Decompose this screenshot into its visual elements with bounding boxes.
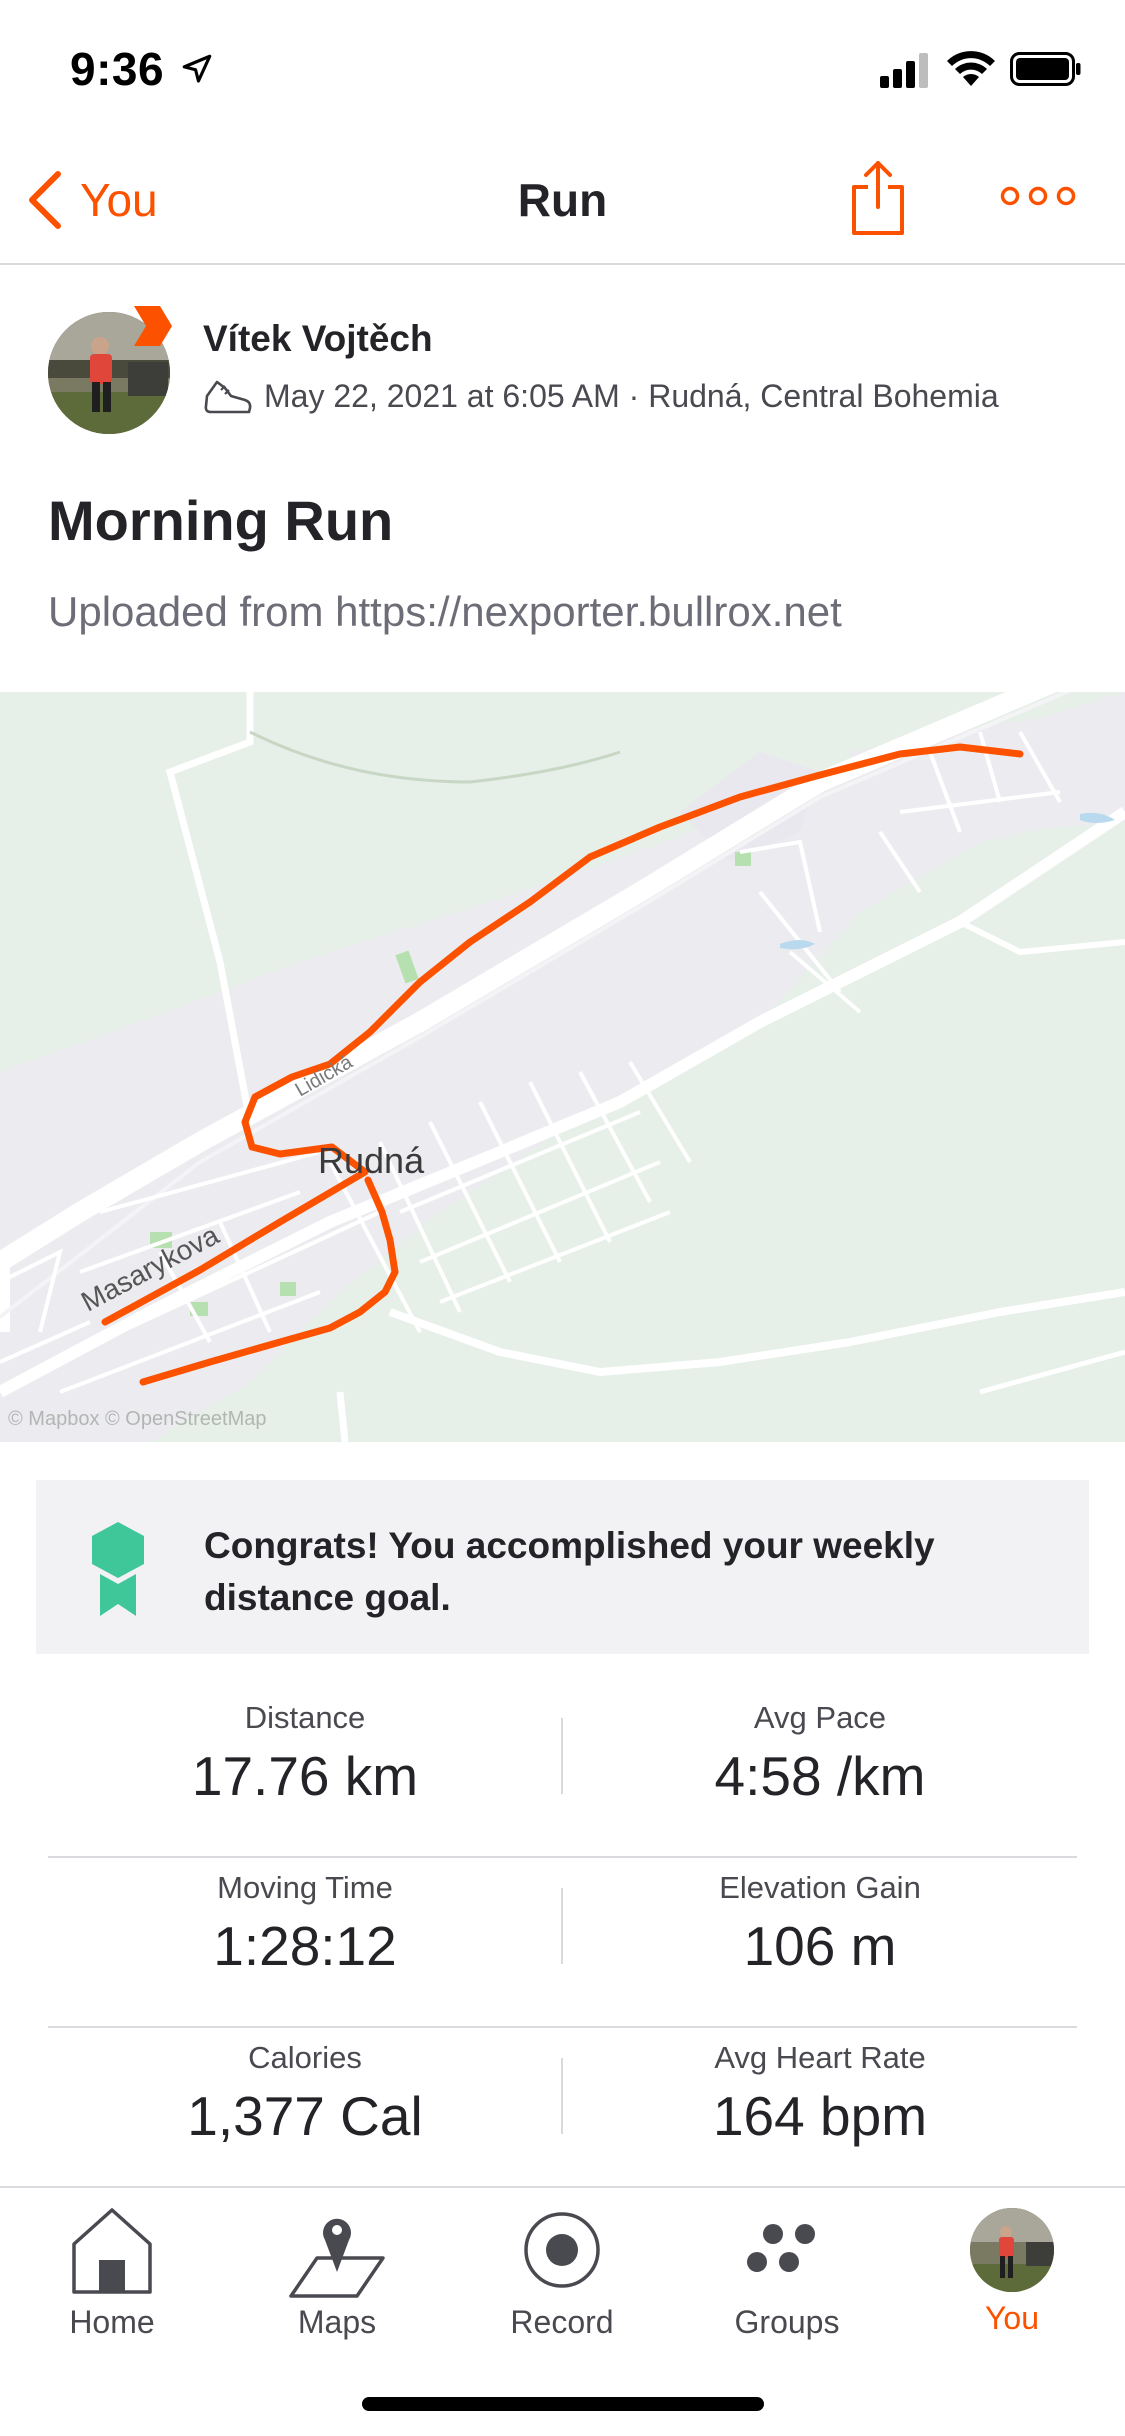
stat-value: 106 m	[743, 1915, 897, 1977]
wifi-icon	[947, 51, 995, 86]
stat-label: Elevation Gain	[719, 1870, 921, 1905]
stat-row: Calories 1,377 Cal Avg Heart Rate 164 bp…	[48, 2028, 1077, 2198]
navigation-bar: You Run	[0, 135, 1125, 265]
share-icon[interactable]	[848, 157, 908, 237]
stat-value: 164 bpm	[712, 2085, 928, 2147]
athlete-name[interactable]: Vítek Vojtěch	[203, 318, 433, 360]
map-attribution[interactable]: © Mapbox © OpenStreetMap	[8, 1408, 267, 1431]
stat-value: 1,377 Cal	[187, 2085, 423, 2147]
tab-label: Record	[510, 2304, 614, 2340]
status-time: 9:36	[70, 43, 165, 95]
route-map[interactable]: Lidická	[0, 692, 1125, 1442]
goal-badge-icon	[92, 1522, 144, 1616]
stat-avg-pace: Avg Pace 4:58 /km	[563, 1688, 1077, 1808]
stat-label: Moving Time	[217, 1870, 393, 1905]
stat-label: Calories	[248, 2040, 362, 2075]
stat-value: 1:28:12	[213, 1915, 397, 1977]
stat-moving-time: Moving Time 1:28:12	[48, 1858, 562, 1978]
stat-avg-heart-rate: Avg Heart Rate 164 bpm	[563, 2028, 1077, 2148]
stat-label: Avg Heart Rate	[714, 2040, 926, 2075]
map-place-label: Rudná	[318, 1140, 425, 1181]
map-graphic: Lidická	[0, 692, 1125, 1442]
stat-row: Moving Time 1:28:12 Elevation Gain 106 m	[48, 1858, 1077, 2028]
run-shoe-icon	[204, 380, 252, 414]
maps-icon	[289, 2218, 385, 2298]
tab-label: You	[985, 2300, 1039, 2336]
goal-message: Congrats! You accomplished your weekly d…	[204, 1525, 935, 1618]
tab-label: Maps	[297, 2304, 377, 2340]
status-bar: 9:36	[0, 0, 1125, 135]
home-icon	[72, 2208, 152, 2294]
activity-title: Morning Run	[48, 489, 394, 552]
tab-label: Groups	[734, 2304, 840, 2340]
home-indicator[interactable]	[362, 2397, 764, 2411]
stat-label: Distance	[244, 1700, 366, 1735]
stat-distance: Distance 17.76 km	[48, 1688, 562, 1808]
stat-calories: Calories 1,377 Cal	[48, 2028, 562, 2148]
tab-you[interactable]: You	[922, 2200, 1102, 2337]
cellular-signal-icon	[880, 53, 928, 88]
stat-elevation-gain: Elevation Gain 106 m	[563, 1858, 1077, 1978]
tab-label: Home	[69, 2304, 155, 2340]
location-arrow-icon	[182, 54, 212, 83]
activity-description: Uploaded from https://nexporter.bullrox.…	[48, 588, 842, 635]
stats-grid: Distance 17.76 km Avg Pace 4:58 /km Movi…	[48, 1688, 1077, 2198]
record-icon	[524, 2212, 600, 2288]
stat-value: 4:58 /km	[714, 1745, 926, 1807]
stat-label: Avg Pace	[753, 1700, 887, 1735]
tab-home[interactable]: Home	[22, 2200, 202, 2341]
tab-groups[interactable]: Groups	[697, 2200, 877, 2341]
avatar	[970, 2208, 1054, 2292]
stat-row: Distance 17.76 km Avg Pace 4:58 /km	[48, 1688, 1077, 1858]
more-options-icon[interactable]	[1000, 181, 1076, 211]
page-title: Run	[517, 174, 608, 226]
groups-icon	[747, 2224, 815, 2272]
battery-icon	[1010, 52, 1081, 86]
stat-value: 17.76 km	[191, 1745, 419, 1807]
activity-date-location: May 22, 2021 at 6:05 AM · Rudná, Central…	[264, 378, 999, 414]
tab-record[interactable]: Record	[472, 2200, 652, 2341]
tab-maps[interactable]: Maps	[247, 2200, 427, 2341]
weekly-goal-card[interactable]: Congrats! You accomplished your weekly d…	[36, 1480, 1089, 1654]
strava-badge-icon	[134, 306, 172, 346]
